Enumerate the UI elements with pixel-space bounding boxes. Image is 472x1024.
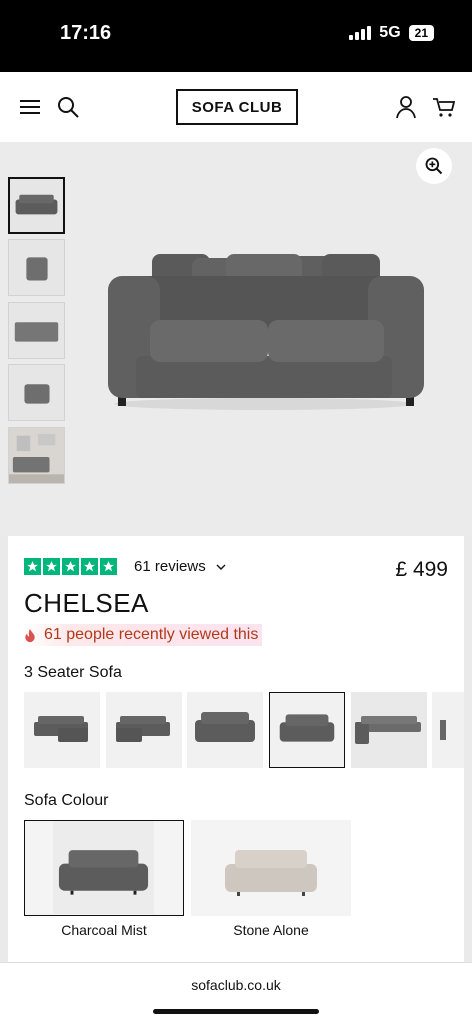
recently-viewed-text: 61 people recently viewed this	[44, 626, 259, 643]
reviews-toggle[interactable]: 61 reviews	[134, 558, 226, 575]
recently-viewed-notice: 61 people recently viewed this	[24, 624, 263, 646]
gallery-thumbnail-side[interactable]	[8, 239, 65, 296]
colour-option-label: Stone Alone	[233, 922, 309, 938]
user-icon[interactable]	[394, 95, 418, 119]
product-price: £ 499	[395, 558, 448, 581]
site-logo[interactable]: SOFA CLUB	[176, 89, 298, 125]
seater-label: 3 Seater Sofa	[24, 664, 122, 681]
browser-url-bar[interactable]: sofaclub.co.uk	[0, 962, 472, 1024]
seater-option-4-seater[interactable]	[187, 692, 263, 768]
network-type: 5G	[379, 24, 401, 41]
zoom-in-icon[interactable]	[416, 148, 452, 184]
gallery-thumbnail-front[interactable]	[8, 177, 65, 234]
seater-option-corner-right[interactable]	[106, 692, 182, 768]
reviews-count: 61 reviews	[134, 558, 206, 575]
seater-option-partial[interactable]	[432, 692, 464, 768]
hamburger-icon[interactable]	[18, 95, 42, 119]
colour-option-label: Charcoal Mist	[61, 922, 147, 938]
status-bar: 17:16 5G 21	[0, 0, 472, 72]
star-icon	[100, 558, 117, 575]
chevron-down-icon	[216, 564, 226, 570]
product-gallery	[0, 142, 472, 536]
star-icon	[43, 558, 60, 575]
product-title: CHELSEA	[24, 588, 149, 618]
home-indicator[interactable]	[153, 1009, 319, 1014]
status-time: 17:16	[60, 22, 112, 44]
url-text: sofaclub.co.uk	[191, 977, 281, 993]
colour-option-stone-alone[interactable]	[191, 820, 351, 916]
battery-icon: 21	[408, 25, 434, 41]
product-details-card: 61 reviews £ 499 CHELSEA 61 people recen…	[8, 536, 464, 962]
product-main-image	[108, 254, 424, 410]
status-indicators: 5G 21	[349, 24, 434, 42]
flame-icon	[25, 628, 35, 642]
seater-option-corner-group[interactable]	[351, 692, 427, 768]
trustpilot-rating	[24, 558, 117, 575]
star-icon	[81, 558, 98, 575]
seater-option-corner-left[interactable]	[24, 692, 100, 768]
gallery-thumbnail-back[interactable]	[8, 302, 65, 359]
colour-label: Sofa Colour	[24, 792, 109, 809]
gallery-thumbnail-lifestyle[interactable]	[8, 427, 65, 484]
site-header: SOFA CLUB	[0, 72, 472, 142]
signal-icon	[349, 26, 372, 40]
gallery-thumbnail-angle[interactable]	[8, 364, 65, 421]
colour-option-charcoal-mist[interactable]	[24, 820, 184, 916]
seater-option-3-seater[interactable]	[269, 692, 345, 768]
star-icon	[24, 558, 41, 575]
search-icon[interactable]	[56, 95, 80, 119]
star-icon	[62, 558, 79, 575]
cart-icon[interactable]	[432, 95, 456, 119]
